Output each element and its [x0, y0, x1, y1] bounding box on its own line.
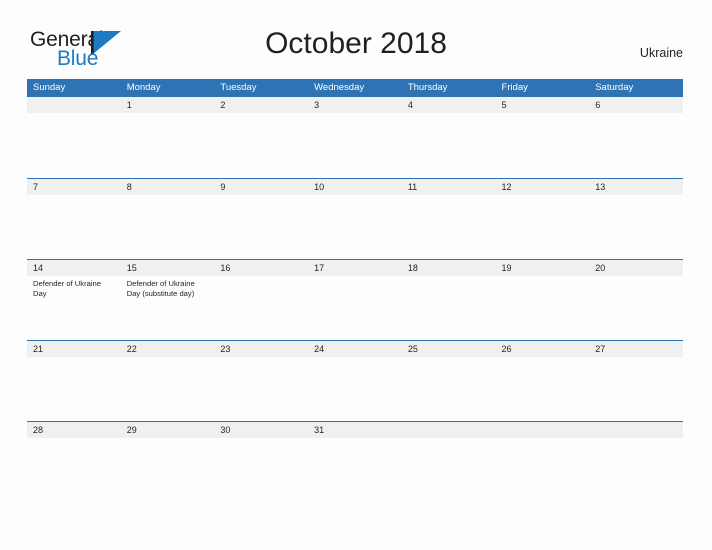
calendar-week-row: 1 2 3 4 5 6 [27, 97, 683, 178]
day-number: 10 [314, 182, 325, 192]
day-number: 3 [314, 100, 320, 110]
calendar-day-cell[interactable]: 8 [121, 179, 215, 260]
page-header: General Blue October 2018 Ukraine [0, 0, 712, 78]
day-number: 2 [220, 100, 226, 110]
day-number: 15 [126, 263, 137, 273]
calendar-day-cell[interactable]: 28 [27, 422, 121, 503]
calendar-day-cell[interactable]: 31 [308, 422, 402, 503]
day-number: 18 [407, 263, 418, 273]
calendar-day-cell[interactable]: 19 [496, 260, 590, 341]
weekday-header-tuesday: Tuesday [220, 82, 257, 93]
calendar-page: General Blue October 2018 Ukraine Sunday… [0, 0, 712, 550]
calendar-day-cell[interactable]: 5 [496, 97, 590, 178]
calendar-week-cells: 14 Defender of Ukraine Day 15 Defender of U… [27, 260, 683, 341]
calendar-week-cells: 1 2 3 4 5 6 [27, 97, 683, 178]
day-number: 12 [501, 182, 512, 192]
day-number: 16 [220, 263, 231, 273]
day-number: 6 [595, 100, 601, 110]
day-number: 23 [220, 344, 231, 354]
day-number: 9 [220, 182, 226, 192]
calendar-day-cell[interactable]: 11 [402, 179, 496, 260]
calendar-day-cell[interactable]: 16 [214, 260, 308, 341]
calendar-day-cell[interactable]: 15 Defender of Ukraine Day (substitute da… [121, 260, 215, 341]
calendar-cell-empty [496, 422, 590, 503]
weekday-header-monday: Monday [126, 82, 161, 93]
holiday-event: Defender of Ukraine Day [33, 279, 101, 298]
day-number: 5 [501, 100, 507, 110]
calendar-day-cell[interactable]: 26 [496, 341, 590, 422]
day-number: 11 [407, 182, 418, 192]
calendar-week-row: 21 22 23 24 25 26 27 [27, 340, 683, 421]
weekday-header-saturday: Saturday [595, 82, 634, 93]
day-number: 20 [595, 263, 606, 273]
day-number: 21 [33, 344, 44, 354]
weekday-header-wednesday: Wednesday [314, 82, 365, 93]
holiday-event: Defender of Ukraine Day (substitute day) [126, 279, 195, 298]
page-title: October 2018 [265, 27, 447, 60]
calendar-week-cells: 21 22 23 24 25 26 27 [27, 341, 683, 422]
calendar-week-row: 7 8 9 10 11 12 13 [27, 178, 683, 259]
day-number: 8 [126, 182, 132, 192]
day-number: 31 [314, 425, 325, 435]
day-number: 24 [314, 344, 325, 354]
calendar-week-cells: 28 29 30 31 [27, 422, 683, 503]
day-events: Defender of Ukraine Day (substitute day) [127, 276, 210, 298]
calendar-day-cell[interactable]: 24 [308, 341, 402, 422]
country-label: Ukraine [639, 46, 683, 60]
day-number: 1 [126, 100, 132, 110]
calendar-cell-empty [589, 422, 683, 503]
calendar-day-cell[interactable]: 7 [27, 179, 121, 260]
calendar-day-cell[interactable]: 12 [496, 179, 590, 260]
day-events: Defender of Ukraine Day [33, 276, 116, 298]
calendar-day-cell[interactable]: 20 [589, 260, 683, 341]
day-number: 22 [126, 344, 137, 354]
calendar-day-cell[interactable]: 22 [121, 341, 215, 422]
calendar-day-cell[interactable]: 3 [308, 97, 402, 178]
calendar-weeks: 1 2 3 4 5 6 7 8 9 10 11 12 13 14 Defender of Ukraine D… [27, 97, 683, 502]
calendar-day-cell[interactable]: 30 [214, 422, 308, 503]
day-number: 25 [407, 344, 418, 354]
calendar-day-cell[interactable]: 23 [214, 341, 308, 422]
weekday-header-sunday: Sunday [33, 82, 66, 93]
calendar-grid: Sunday Monday Tuesday Wednesday Thursday Frid… [27, 79, 683, 502]
day-number: 19 [501, 263, 512, 273]
calendar-day-cell[interactable]: 6 [589, 97, 683, 178]
calendar-week-cells: 7 8 9 10 11 12 13 [27, 179, 683, 260]
calendar-day-cell[interactable]: 1 [121, 97, 215, 178]
calendar-cell-empty [402, 422, 496, 503]
calendar-day-cell[interactable]: 27 [589, 341, 683, 422]
calendar-day-cell[interactable]: 21 [27, 341, 121, 422]
calendar-day-cell[interactable]: 17 [308, 260, 402, 341]
day-number: 7 [33, 182, 39, 192]
calendar-day-cell[interactable]: 9 [214, 179, 308, 260]
calendar-day-cell[interactable]: 10 [308, 179, 402, 260]
calendar-cell-empty [27, 97, 121, 178]
day-number: 4 [407, 100, 413, 110]
calendar-week-row: 14 Defender of Ukraine Day 15 Defender of U… [27, 259, 683, 340]
calendar-day-cell[interactable]: 4 [402, 97, 496, 178]
calendar-day-cell[interactable]: 29 [121, 422, 215, 503]
day-number: 30 [220, 425, 231, 435]
calendar-day-cell[interactable]: 14 Defender of Ukraine Day [27, 260, 121, 341]
calendar-day-cell[interactable]: 13 [589, 179, 683, 260]
day-number: 28 [33, 425, 44, 435]
weekday-header-friday: Friday [501, 82, 528, 93]
weekday-header-row: Sunday Monday Tuesday Wednesday Thursday Frid… [27, 79, 683, 97]
day-number: 29 [126, 425, 137, 435]
day-number: 13 [595, 182, 606, 192]
day-number: 26 [501, 344, 512, 354]
weekday-header-thursday: Thursday [407, 82, 448, 93]
day-number: 14 [33, 263, 44, 273]
calendar-day-cell[interactable]: 2 [214, 97, 308, 178]
day-number: 27 [595, 344, 606, 354]
calendar-week-row: 28 29 30 31 [27, 421, 683, 502]
calendar-day-cell[interactable]: 25 [402, 341, 496, 422]
day-number: 17 [314, 263, 325, 273]
calendar-day-cell[interactable]: 18 [402, 260, 496, 341]
